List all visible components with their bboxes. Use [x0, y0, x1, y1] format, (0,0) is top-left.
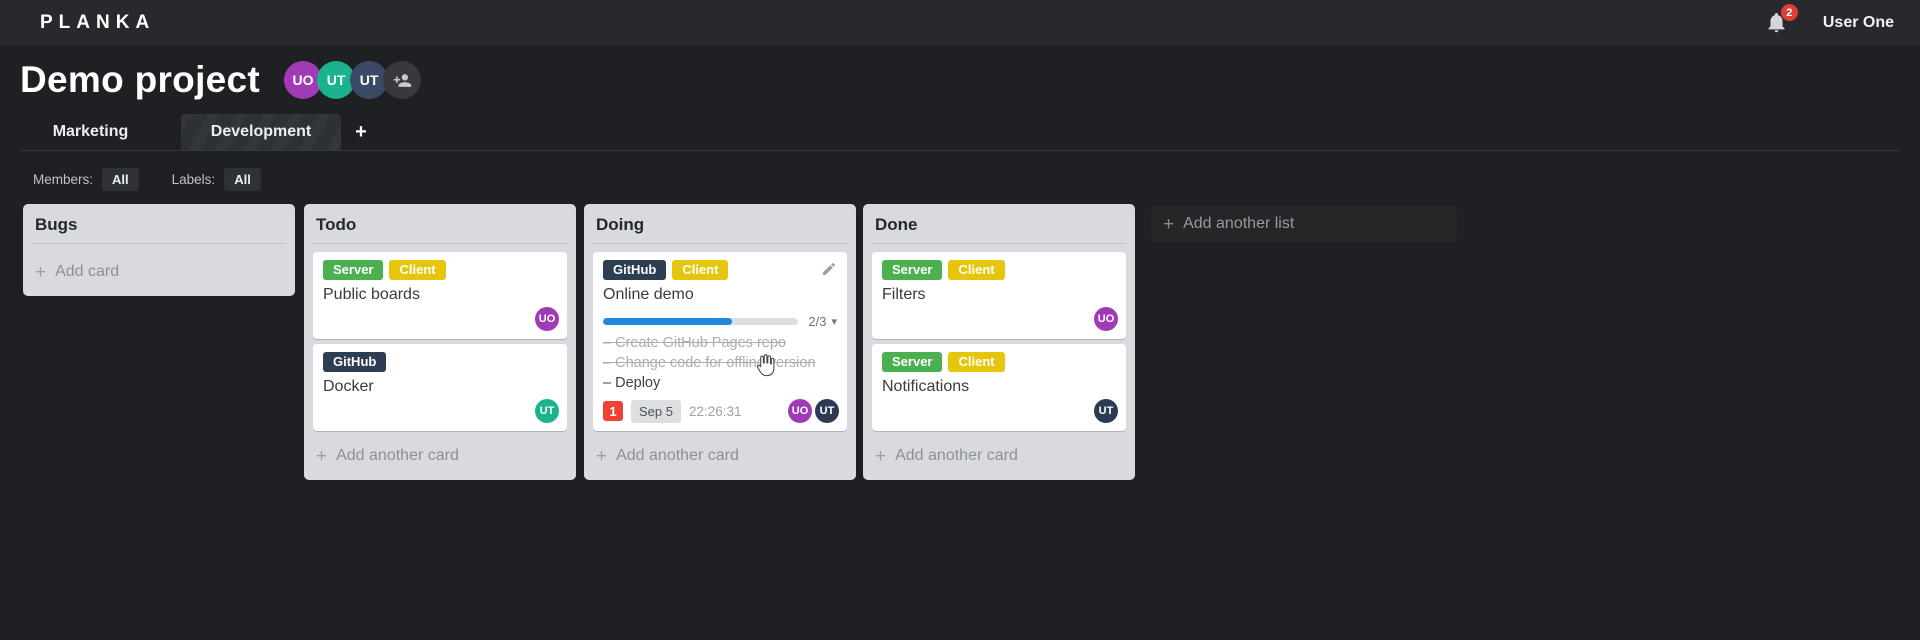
card-labels: Server Client [882, 260, 1116, 280]
add-another-card-button[interactable]: + Add another card [313, 436, 567, 476]
card-member-avatar: UO [535, 307, 559, 331]
card-label-server: Server [323, 260, 384, 280]
card-title: Notifications [882, 378, 970, 395]
add-list-label: Add another list [1183, 215, 1295, 232]
card-labels: GitHub [323, 352, 557, 372]
caret-down-icon[interactable]: ▾ [831, 315, 837, 328]
card-labels: Server Client [323, 260, 557, 280]
list-doing: Doing GitHub Client Online demo 2/3 ▾ – Create… [584, 204, 856, 480]
list-header: Bugs [32, 204, 286, 244]
plus-icon: + [875, 445, 887, 467]
task-item: – Create GitHub Pages repo [603, 335, 786, 351]
card-label-github: GitHub [603, 260, 667, 280]
card-title: Online demo [603, 286, 694, 303]
add-list-button[interactable]: + Add another list [1151, 206, 1457, 242]
card-member-avatar: UT [535, 399, 559, 423]
card-stack: Server Client Public boards UO GitHub Docker U… [313, 244, 567, 431]
list-title: Done [875, 215, 918, 234]
plus-icon: + [35, 261, 47, 283]
progress-bar-fill [603, 318, 732, 325]
progress-bar [603, 318, 799, 325]
card-stack: Server Client Filters UO Server Client Notific… [872, 244, 1126, 431]
card-docker[interactable]: GitHub Docker UT [313, 344, 567, 431]
card-stack: GitHub Client Online demo 2/3 ▾ – Create GitH… [593, 244, 847, 431]
pencil-icon [823, 262, 835, 275]
card-label-server: Server [882, 260, 943, 280]
add-card-label: Add card [55, 263, 120, 280]
progress-count: 2/3 [808, 314, 827, 329]
list-header: Todo [313, 204, 567, 244]
list-header: Done [872, 204, 1126, 244]
add-card-label: Add another card [895, 447, 1018, 464]
card-members: UO [1094, 307, 1118, 331]
board: + Add another list Bugs + Add card Todo Serv… [0, 0, 1920, 640]
card-label-client: Client [672, 260, 729, 280]
app-window: PLANKA 2 User One Demo project UO UT UT Ma… [0, 0, 1920, 640]
card-members: UT [535, 399, 559, 423]
card-title: Filters [882, 286, 926, 303]
add-another-card-button[interactable]: + Add another card [593, 436, 847, 476]
card-label-client: Client [948, 260, 1005, 280]
plus-icon: + [1163, 213, 1175, 235]
card-member-avatar: UO [788, 399, 812, 423]
list-done: Done Server Client Filters UO Server Client Not… [863, 204, 1135, 480]
add-card-label: Add another card [616, 447, 739, 464]
card-public-boards[interactable]: Server Client Public boards UO [313, 252, 567, 339]
list-title: Todo [316, 215, 357, 234]
card-label-client: Client [948, 352, 1005, 372]
card-online-demo[interactable]: GitHub Client Online demo 2/3 ▾ – Create GitH… [593, 252, 847, 431]
card-members: UO UT [788, 399, 839, 423]
card-title: Docker [323, 378, 374, 395]
list-header: Doing [593, 204, 847, 244]
card-members: UT [1094, 399, 1118, 423]
list-bugs: Bugs + Add card [23, 204, 295, 296]
card-member-avatar: UT [1094, 399, 1118, 423]
add-another-card-button[interactable]: + Add another card [872, 436, 1126, 476]
card-label-server: Server [882, 352, 943, 372]
card-notifications[interactable]: Server Client Notifications UT [872, 344, 1126, 431]
add-card-label: Add another card [336, 447, 459, 464]
list-todo: Todo Server Client Public boards UO GitHub Doc… [304, 204, 576, 480]
card-label-github: GitHub [323, 352, 387, 372]
task-item: – Deploy [603, 375, 661, 391]
card-title: Public boards [323, 286, 420, 303]
timer-badge: 22:26:31 [688, 403, 742, 419]
task-item: – Change code for offline version [603, 355, 816, 371]
edit-card-button[interactable] [821, 261, 837, 277]
due-date-badge: Sep 5 [631, 399, 681, 423]
card-member-avatar: UT [815, 399, 839, 423]
task-list: – Create GitHub Pages repo – Change code … [603, 333, 837, 393]
add-card-button[interactable]: + Add card [32, 252, 286, 292]
card-members: UO [535, 307, 559, 331]
card-label-client: Client [389, 260, 446, 280]
plus-icon: + [316, 445, 328, 467]
card-notification-badge: 1 [603, 401, 623, 421]
list-title: Bugs [35, 215, 78, 234]
card-stack [32, 244, 286, 252]
card-filters[interactable]: Server Client Filters UO [872, 252, 1126, 339]
card-labels: Server Client [882, 352, 1116, 372]
plus-icon: + [596, 445, 608, 467]
task-progress: 2/3 ▾ [603, 314, 837, 329]
card-member-avatar: UO [1094, 307, 1118, 331]
list-title: Doing [596, 215, 645, 234]
card-labels: GitHub Client [603, 260, 837, 280]
